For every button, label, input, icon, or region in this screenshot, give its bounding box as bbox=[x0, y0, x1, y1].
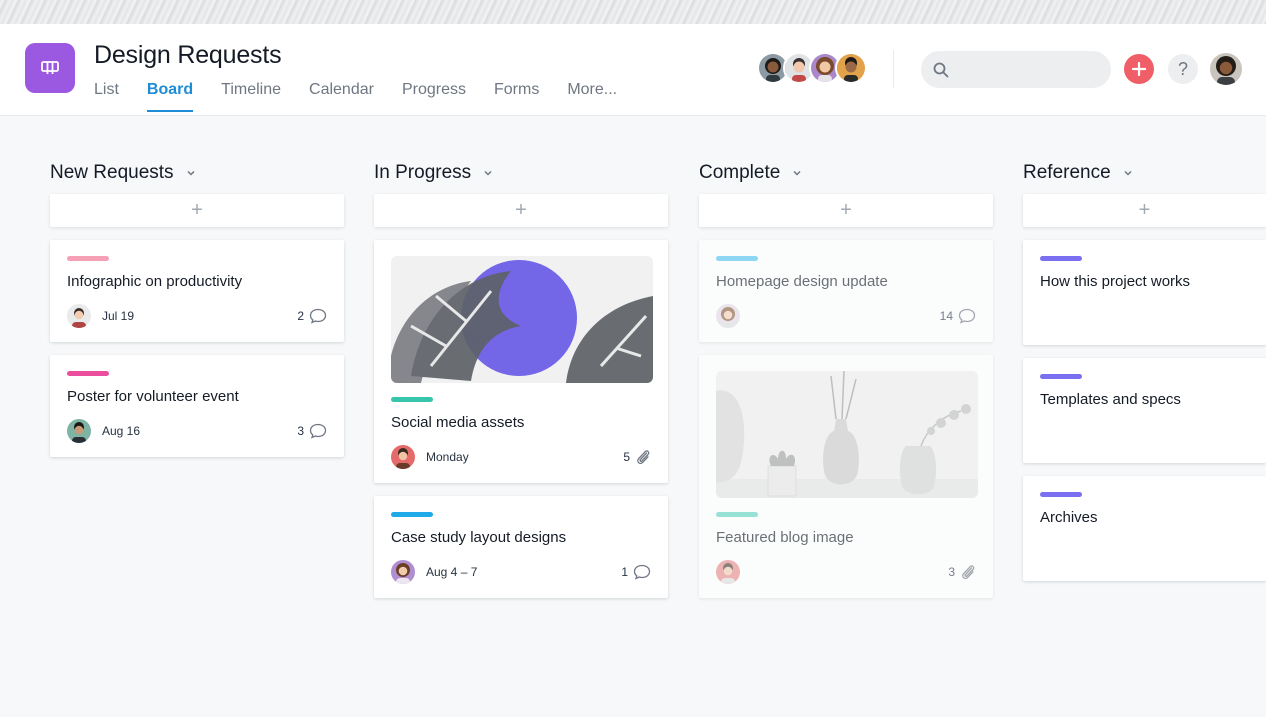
page-title: Design Requests bbox=[94, 41, 282, 69]
add-task-button[interactable]: + bbox=[699, 194, 993, 227]
task-card[interactable]: Poster for volunteer event Aug 16 3 bbox=[50, 355, 344, 457]
task-title: How this project works bbox=[1040, 273, 1191, 290]
column-header[interactable]: Complete bbox=[699, 160, 993, 186]
assignee-avatar[interactable] bbox=[67, 419, 91, 443]
due-date[interactable]: Aug 16 bbox=[102, 424, 140, 438]
due-date[interactable]: Jul 19 bbox=[102, 309, 134, 323]
monstera-leaves-image bbox=[391, 256, 653, 383]
column-header[interactable]: New Requests bbox=[50, 160, 344, 186]
tag-pill bbox=[67, 256, 109, 261]
task-card[interactable]: Social media assets Monday 5 bbox=[374, 240, 668, 483]
decorative-banner bbox=[0, 0, 1266, 24]
tab-board[interactable]: Board bbox=[146, 81, 194, 112]
board-column-complete: Complete + Homepage design update 14 Fea… bbox=[699, 160, 993, 598]
tag-pill bbox=[391, 397, 433, 402]
task-title: Poster for volunteer event bbox=[67, 388, 239, 405]
comment-icon bbox=[309, 423, 327, 439]
project-header: Design Requests List Board Timeline Cale… bbox=[0, 24, 1266, 116]
tab-calendar[interactable]: Calendar bbox=[309, 81, 374, 112]
task-card[interactable]: Homepage design update 14 bbox=[699, 240, 993, 342]
chevron-down-icon[interactable] bbox=[186, 168, 196, 178]
add-task-button[interactable]: + bbox=[374, 194, 668, 227]
assignee-avatar[interactable] bbox=[67, 304, 91, 328]
user-avatar[interactable] bbox=[1210, 53, 1242, 85]
board-glyph-icon bbox=[41, 61, 59, 74]
comment-icon bbox=[958, 308, 976, 324]
tab-forms[interactable]: Forms bbox=[494, 81, 539, 112]
tab-timeline[interactable]: Timeline bbox=[221, 81, 281, 112]
tag-pill bbox=[716, 512, 758, 517]
board-icon[interactable] bbox=[25, 43, 75, 93]
paperclip-icon bbox=[637, 450, 650, 465]
task-card[interactable]: Featured blog image 3 bbox=[699, 355, 993, 598]
vases-image bbox=[716, 371, 978, 498]
task-title: Social media assets bbox=[391, 414, 525, 431]
board-column-in-progress: In Progress + Social media assets Monday… bbox=[374, 160, 668, 598]
task-card[interactable]: Archives bbox=[1023, 476, 1266, 581]
comment-count[interactable]: 14 bbox=[940, 308, 976, 324]
assignee-avatar[interactable] bbox=[391, 445, 415, 469]
task-title: Infographic on productivity bbox=[67, 273, 243, 290]
task-card[interactable]: Templates and specs bbox=[1023, 358, 1266, 463]
paperclip-icon bbox=[962, 565, 975, 580]
tab-progress[interactable]: Progress bbox=[402, 81, 466, 112]
tag-pill bbox=[391, 512, 433, 517]
column-title: Complete bbox=[699, 162, 781, 183]
comment-icon bbox=[309, 308, 327, 324]
add-button[interactable] bbox=[1124, 54, 1154, 84]
column-header[interactable]: In Progress bbox=[374, 160, 668, 186]
tab-list[interactable]: List bbox=[94, 81, 119, 112]
assignee-avatar[interactable] bbox=[716, 560, 740, 584]
plus-icon bbox=[1132, 62, 1146, 76]
tag-pill bbox=[716, 256, 758, 261]
tag-pill bbox=[1040, 492, 1082, 497]
add-task-button[interactable]: + bbox=[1023, 194, 1266, 227]
due-date[interactable]: Monday bbox=[426, 450, 469, 464]
add-task-button[interactable]: + bbox=[50, 194, 344, 227]
search-input[interactable] bbox=[921, 51, 1111, 88]
tag-pill bbox=[67, 371, 109, 376]
column-title: New Requests bbox=[50, 162, 174, 183]
comment-count[interactable]: 2 bbox=[297, 308, 327, 324]
avatar[interactable] bbox=[835, 52, 867, 84]
assignee-avatar[interactable] bbox=[391, 560, 415, 584]
task-title: Homepage design update bbox=[716, 273, 888, 290]
column-header[interactable]: Reference bbox=[1023, 160, 1266, 186]
tab-more[interactable]: More... bbox=[567, 81, 617, 112]
chevron-down-icon[interactable] bbox=[792, 168, 802, 178]
task-title: Templates and specs bbox=[1040, 391, 1181, 408]
project-members[interactable] bbox=[757, 52, 867, 84]
comment-icon bbox=[633, 564, 651, 580]
comment-count[interactable]: 3 bbox=[297, 423, 327, 439]
task-title: Archives bbox=[1040, 509, 1098, 526]
task-title: Case study layout designs bbox=[391, 529, 567, 546]
tag-pill bbox=[1040, 256, 1082, 261]
column-title: In Progress bbox=[374, 162, 472, 183]
task-card[interactable]: How this project works bbox=[1023, 240, 1266, 345]
chevron-down-icon[interactable] bbox=[483, 168, 493, 178]
attachment-count[interactable]: 5 bbox=[623, 448, 651, 466]
task-title: Featured blog image bbox=[716, 529, 854, 546]
board-column-reference: Reference + How this project works Templ… bbox=[1023, 160, 1266, 581]
comment-count[interactable]: 1 bbox=[621, 564, 651, 580]
board-column-new-requests: New Requests + Infographic on productivi… bbox=[50, 160, 344, 457]
search-icon bbox=[933, 62, 949, 78]
assignee-avatar[interactable] bbox=[716, 304, 740, 328]
due-date[interactable]: Aug 4 – 7 bbox=[426, 565, 477, 579]
task-card[interactable]: Infographic on productivity Jul 19 2 bbox=[50, 240, 344, 342]
tag-pill bbox=[1040, 374, 1082, 379]
chevron-down-icon[interactable] bbox=[1123, 168, 1133, 178]
column-title: Reference bbox=[1023, 162, 1111, 183]
header-divider bbox=[893, 50, 894, 88]
view-tabs: List Board Timeline Calendar Progress Fo… bbox=[94, 81, 645, 112]
task-card[interactable]: Case study layout designs Aug 4 – 7 1 bbox=[374, 496, 668, 598]
help-button[interactable]: ? bbox=[1168, 54, 1198, 84]
attachment-count[interactable]: 3 bbox=[948, 563, 976, 581]
